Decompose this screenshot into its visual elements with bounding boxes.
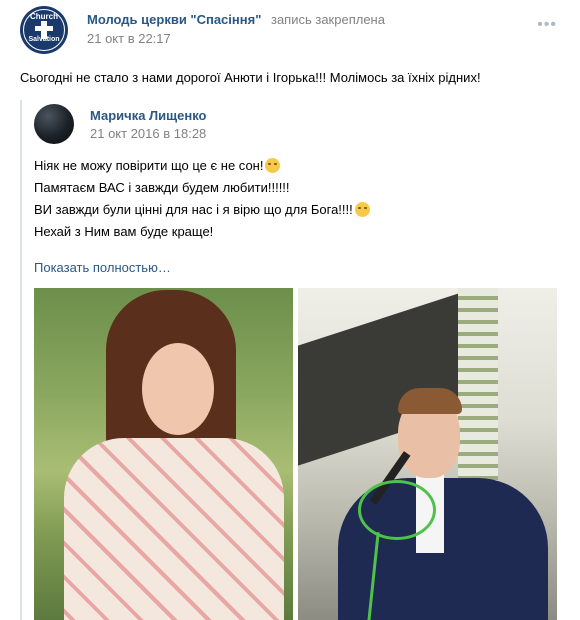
show-more-link[interactable]: Показать полностью… bbox=[34, 260, 171, 275]
photo-figure-hair bbox=[398, 388, 462, 414]
photo-girl[interactable] bbox=[34, 288, 293, 620]
pinned-label: запись закреплена bbox=[270, 12, 385, 27]
repost-line-text: Ніяк не можу повірити що це є не сон! bbox=[34, 158, 264, 173]
repost-line: Нехай з Ним вам буде краще! bbox=[34, 221, 370, 243]
photo-boy[interactable] bbox=[298, 288, 557, 620]
photo-figure-dress bbox=[64, 438, 284, 620]
avatar-text-church: Church bbox=[30, 12, 58, 21]
repost-text: Ніяк не можу повірити що це є не сон! Па… bbox=[34, 155, 370, 243]
repost-line-text: Памятаєм ВАС і завжди будем любити!!!!!! bbox=[34, 180, 290, 195]
cross-icon-bar bbox=[35, 26, 53, 31]
repost-author-avatar[interactable] bbox=[34, 104, 74, 144]
grinning-emoji-icon bbox=[265, 158, 281, 173]
avatar-text-salvation: Salvation bbox=[28, 36, 60, 43]
author-line: Молодь церкви "Спасіння" запись закрепле… bbox=[87, 12, 385, 27]
repost-line: ВИ завжди були цінні для нас і я вірю що… bbox=[34, 199, 370, 221]
more-dots-icon[interactable]: ••• bbox=[537, 16, 557, 34]
post-text: Сьогодні не стало з нами дорогої Анюти і… bbox=[20, 70, 481, 85]
repost-indicator-bar bbox=[20, 100, 22, 620]
group-name-link[interactable]: Молодь церкви "Спасіння" bbox=[87, 12, 261, 27]
photo-flowers bbox=[458, 288, 498, 488]
repost-author-link[interactable]: Маричка Лищенко bbox=[90, 108, 207, 123]
post-date[interactable]: 21 окт в 22:17 bbox=[87, 31, 171, 46]
repost-line: Ніяк не можу повірити що це є не сон! bbox=[34, 155, 370, 177]
group-avatar[interactable]: Church Salvation bbox=[20, 6, 68, 54]
pensive-emoji-icon bbox=[354, 202, 370, 217]
post-header: Church Salvation Молодь церкви "Спасіння… bbox=[20, 6, 565, 56]
repost-line-text: Нехай з Ним вам буде краще! bbox=[34, 224, 214, 239]
repost-date[interactable]: 21 окт 2016 в 18:28 bbox=[90, 126, 206, 141]
repost-line-text: ВИ завжди були цінні для нас і я вірю що… bbox=[34, 202, 353, 217]
wall-post: Church Salvation Молодь церкви "Спасіння… bbox=[0, 0, 580, 620]
repost-line: Памятаєм ВАС і завжди будем любити!!!!!! bbox=[34, 177, 370, 199]
photo-figure-face bbox=[142, 343, 214, 435]
highlight-circle bbox=[358, 480, 436, 540]
